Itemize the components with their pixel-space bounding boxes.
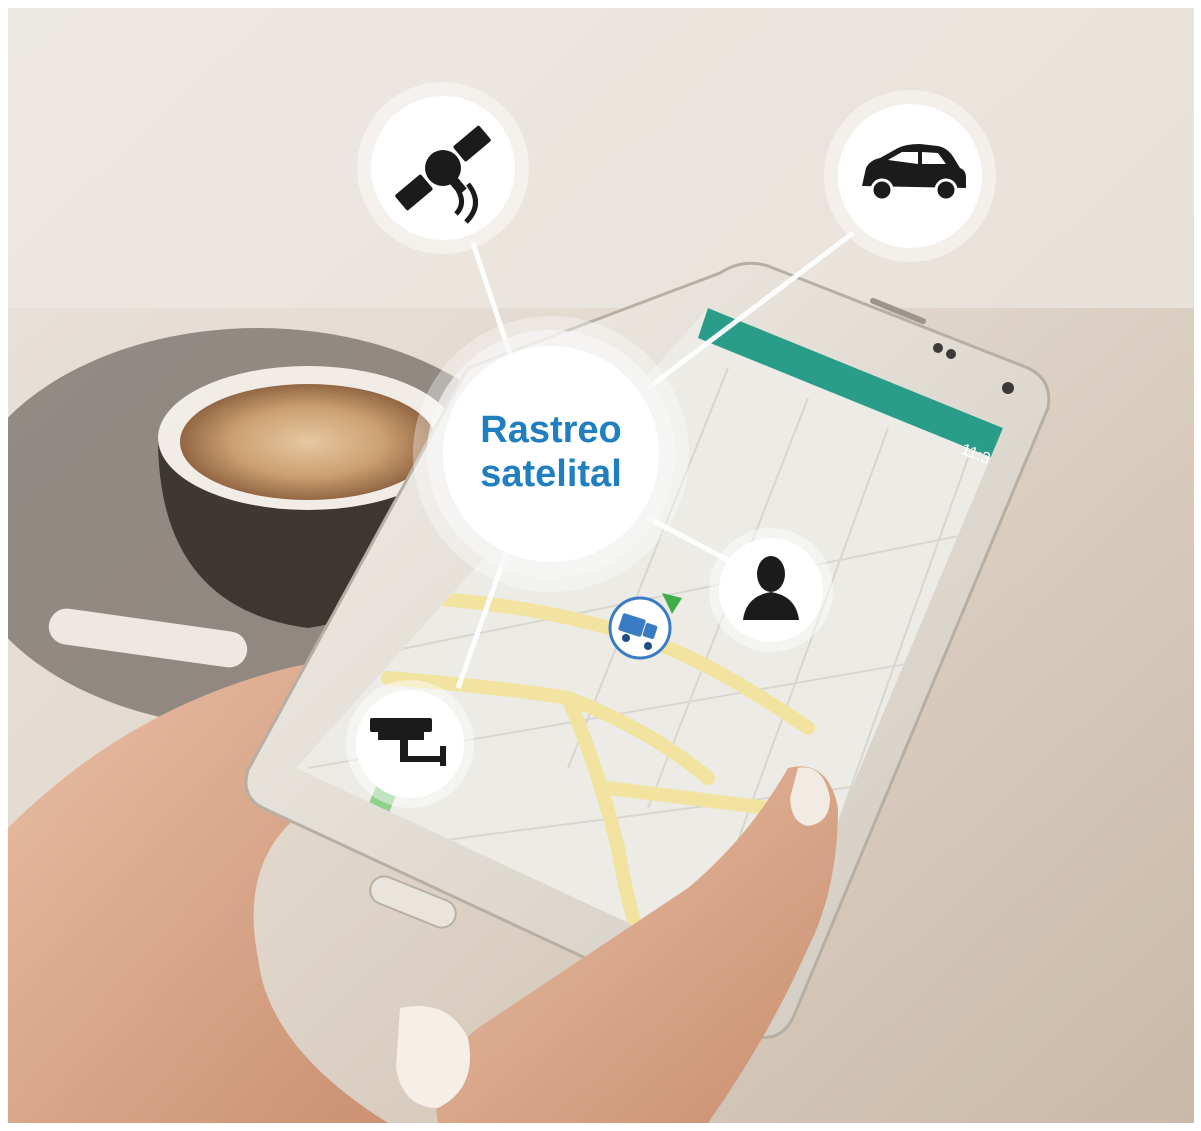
hub-title-line1: Rastreo: [480, 409, 622, 451]
hub: Rastreo satelital: [413, 316, 689, 592]
person-node: [709, 528, 833, 652]
scene: 11:35 Rastreo satelital: [8, 8, 1194, 1123]
camera-node: [346, 680, 474, 808]
hub-title-line2: satelital: [480, 453, 622, 495]
satellite-node: [357, 82, 529, 254]
photo-frame: 11:35 Rastreo satelital: [8, 8, 1194, 1123]
car-node: [824, 90, 996, 262]
